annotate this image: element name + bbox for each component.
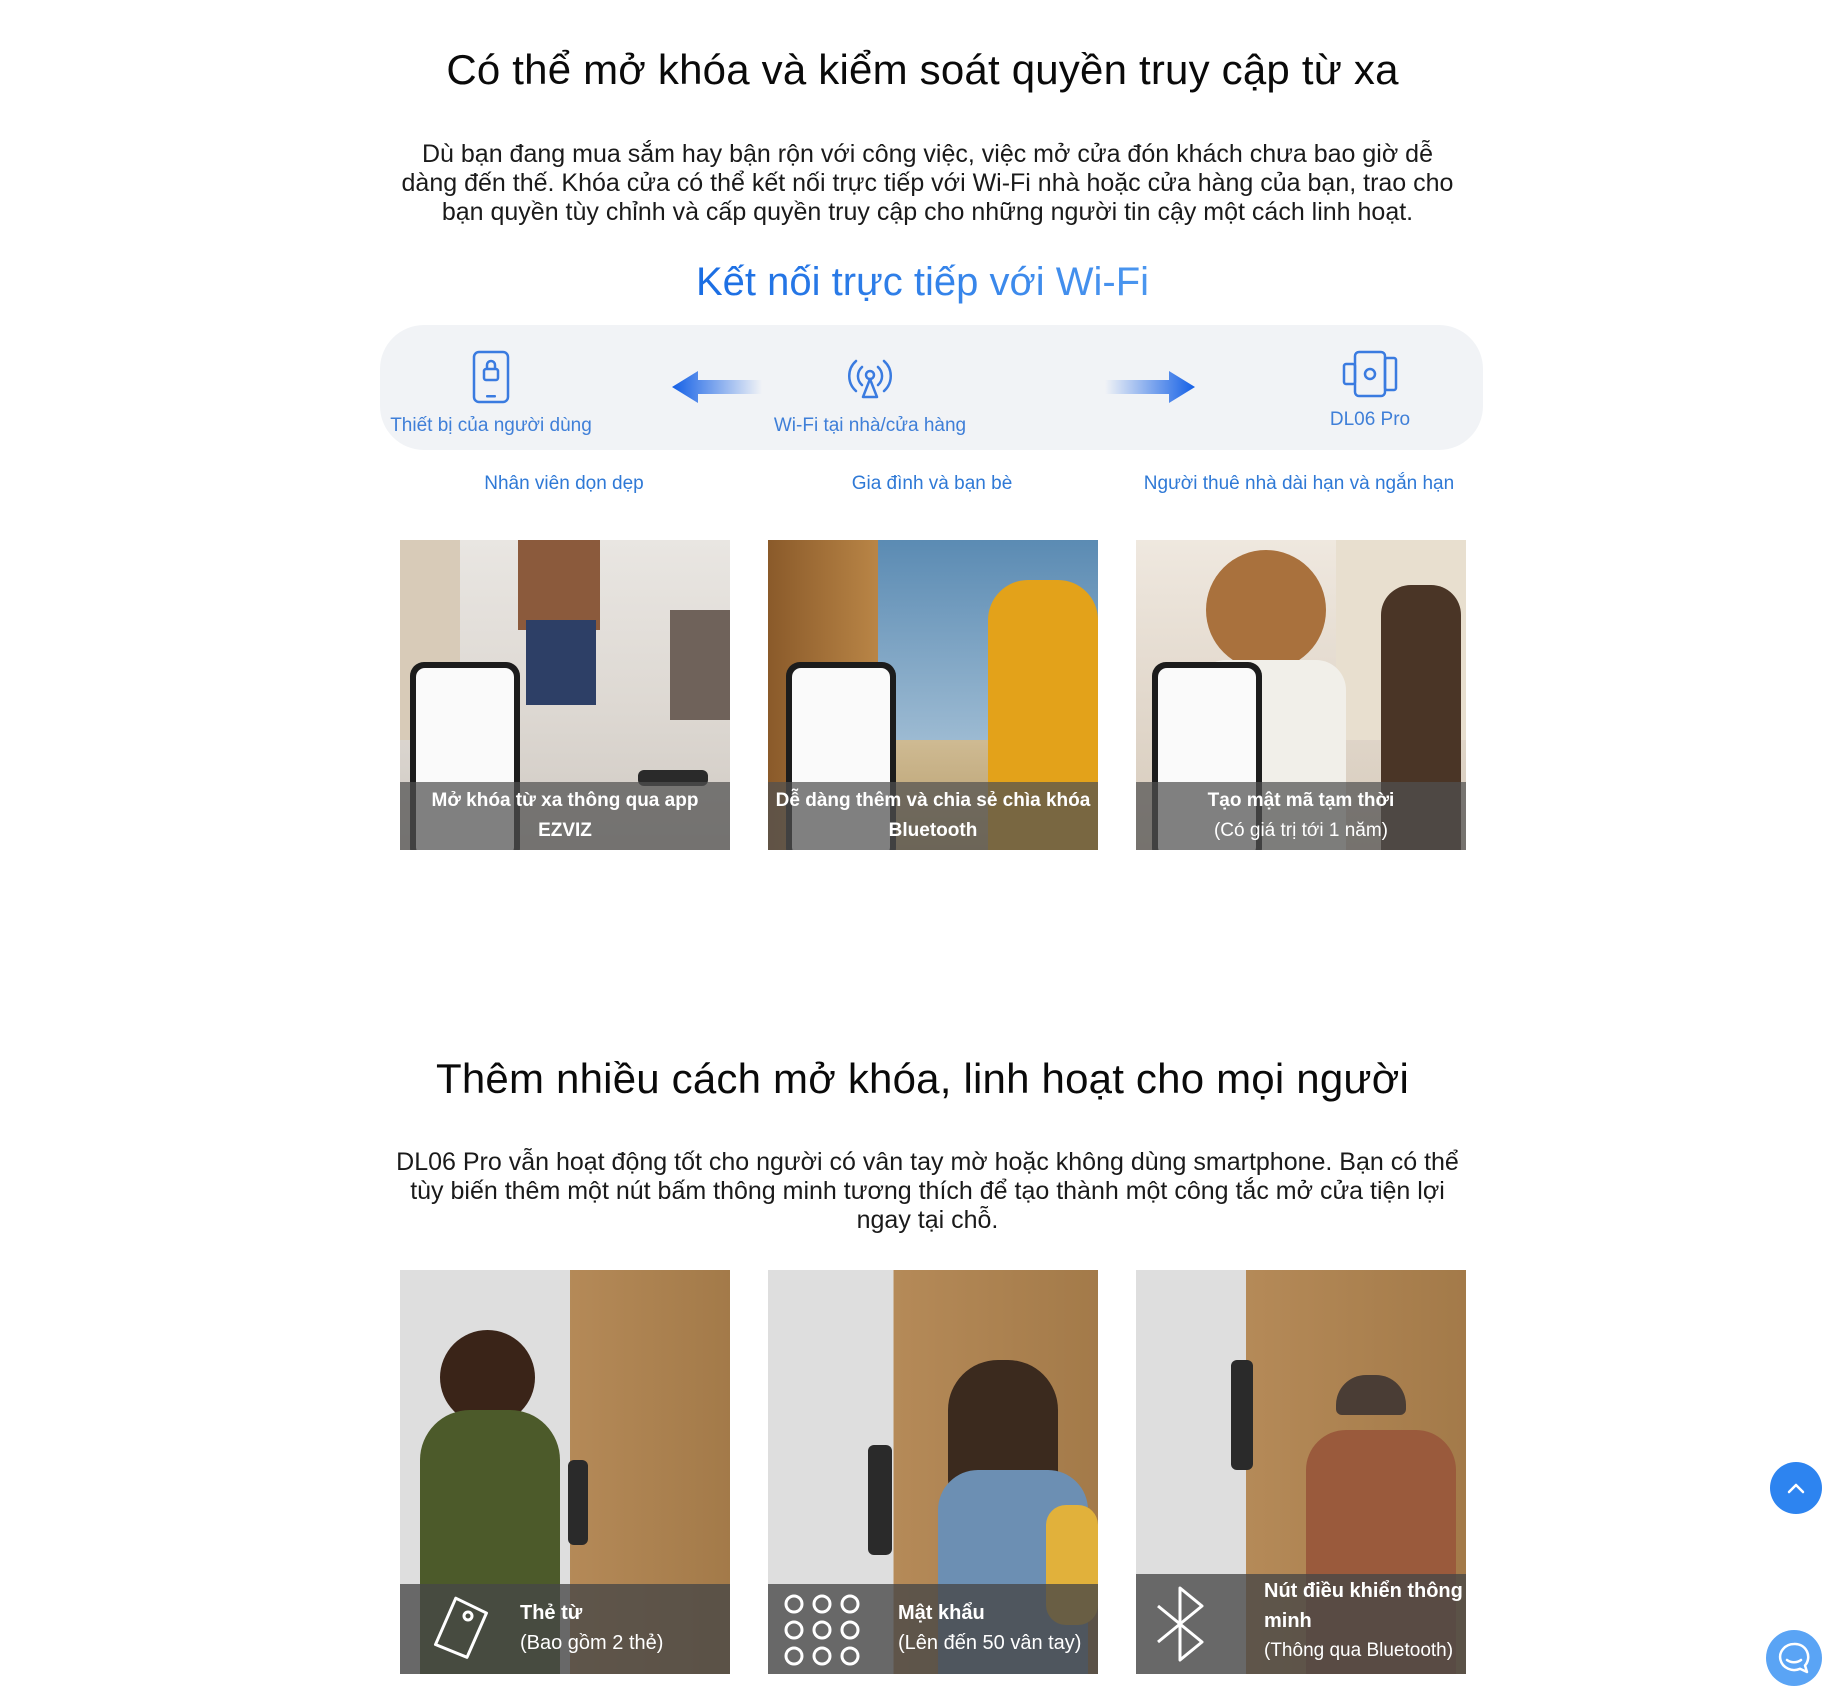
wifi-signal-icon: [847, 359, 893, 399]
card-caption: Dễ dàng thêm và chia sẻ chìa khóa Blueto…: [768, 782, 1098, 850]
flow-label-lock: DL06 Pro: [1329, 409, 1411, 430]
flow-label-user-device: Thiết bị của người dùng: [390, 415, 592, 436]
category-tenants: Người thuê nhà dài hạn và ngắn hạn: [1143, 473, 1455, 494]
scroll-top-button[interactable]: [1770, 1462, 1822, 1514]
door-lock-icon: [1342, 350, 1398, 398]
unlock-card-smart-button: Nút điều khiển thông minh (Thông qua Blu…: [1136, 1270, 1466, 1674]
section-body-unlock-methods: DL06 Pro vẫn hoạt động tốt cho người có …: [396, 1148, 1459, 1234]
caption-strip: Nút điều khiển thông minh (Thông qua Blu…: [1136, 1574, 1466, 1674]
smart-lock-image: [1231, 1360, 1253, 1470]
category-family-friends: Gia đình và bạn bè: [851, 473, 1013, 494]
caption-strip: Thẻ từ (Bao gồm 2 thẻ): [400, 1584, 730, 1674]
section-title-unlock-methods: Thêm nhiều cách mở khóa, linh hoạt cho m…: [436, 1055, 1409, 1102]
arrow-right-icon: [1105, 371, 1195, 403]
caption-rfid-title: Thẻ từ: [520, 1602, 583, 1624]
caption-passcode-title: Mật khẩu: [898, 1602, 985, 1624]
card-caption: Tạo mật mã tạm thời (Có giá trị tới 1 nă…: [1136, 782, 1466, 850]
person-jeans-image: [526, 620, 596, 705]
section-title-remote: Có thể mở khóa và kiểm soát quyền truy c…: [446, 46, 1399, 93]
person-curly-hair-image: [1206, 550, 1326, 670]
caption-strip: Mật khẩu (Lên đến 50 vân tay): [768, 1584, 1098, 1674]
wifi-flow-diagram: Thiết bị của người dùng Wi-Fi tại nhà/cử…: [380, 325, 1483, 450]
person-cap-image: [1336, 1375, 1406, 1415]
card-caption: Mở khóa từ xa thông qua app EZVIZ: [400, 782, 730, 850]
chat-button[interactable]: [1766, 1630, 1822, 1686]
flow-label-wifi: Wi-Fi tại nhà/cửa hàng: [773, 415, 967, 436]
feature-card-temp-passcode: Tạo mật mã tạm thời (Có giá trị tới 1 nă…: [1136, 540, 1466, 850]
unlock-card-passcode: Mật khẩu (Lên đến 50 vân tay): [768, 1270, 1098, 1674]
smart-lock-image: [568, 1460, 588, 1545]
caption-passcode-sub: (Lên đến 50 vân tay): [898, 1632, 1082, 1654]
person-apron-image: [518, 540, 600, 630]
wifi-heading: Kết nối trực tiếp với Wi-Fi: [695, 260, 1150, 304]
phone-lock-icon: [472, 350, 510, 404]
sofa-image: [670, 610, 730, 720]
caption-rfid-sub: (Bao gồm 2 thẻ): [520, 1632, 664, 1654]
caption-smart-button-title: Nút điều khiển thông minh: [1264, 1580, 1463, 1632]
flow-node-wifi: Wi-Fi tại nhà/cửa hàng: [770, 349, 970, 437]
category-cleaning-staff: Nhân viên dọn dẹp: [484, 473, 644, 494]
arrow-left-icon: [672, 371, 762, 403]
feature-card-remote-unlock: Mở khóa từ xa thông qua app EZVIZ: [400, 540, 730, 850]
chat-icon: [1778, 1642, 1810, 1674]
rfid-card-icon: [433, 1596, 488, 1659]
keypad-icon: [784, 1594, 860, 1666]
caption-smart-button-sub: (Thông qua Bluetooth): [1264, 1640, 1454, 1661]
bluetooth-icon: [1157, 1586, 1204, 1662]
chevron-up-icon: [1787, 1483, 1805, 1494]
smart-lock-image: [868, 1445, 892, 1555]
flow-node-lock: DL06 Pro: [1270, 349, 1470, 431]
feature-card-share-key: Dễ dàng thêm và chia sẻ chìa khóa Blueto…: [768, 540, 1098, 850]
section-body-remote: Dù bạn đang mua sắm hay bận rộn với công…: [401, 140, 1454, 226]
unlock-card-rfid: Thẻ từ (Bao gồm 2 thẻ): [400, 1270, 730, 1674]
flow-node-user-device: Thiết bị của người dùng: [388, 349, 594, 437]
